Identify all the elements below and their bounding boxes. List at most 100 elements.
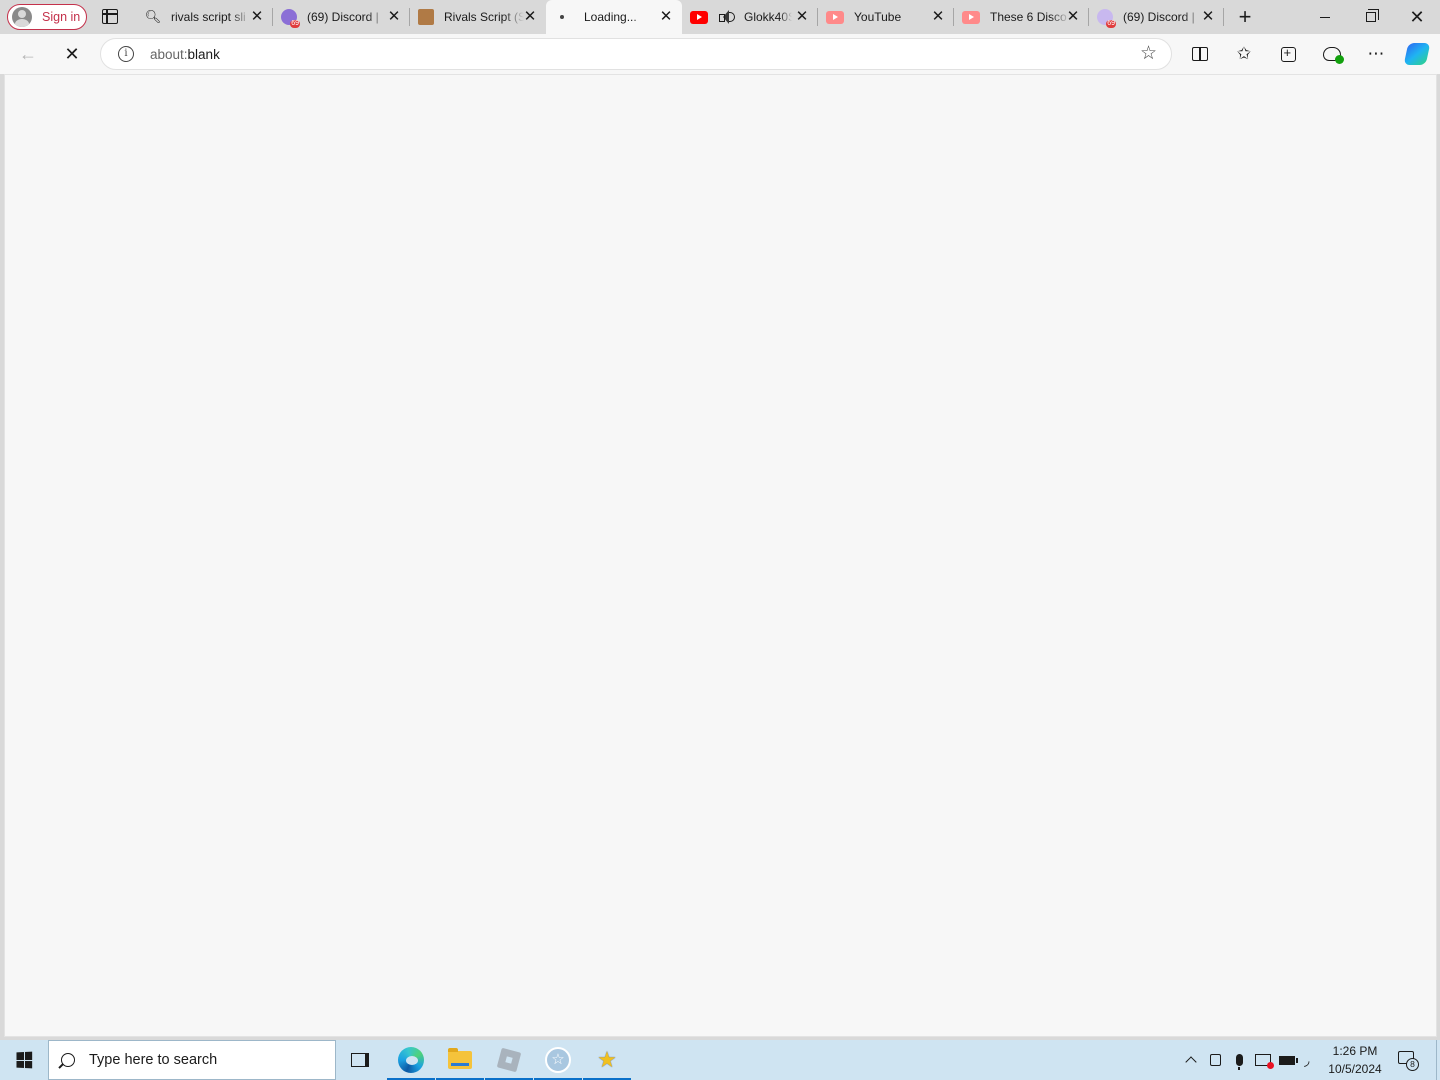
restore-icon bbox=[1366, 9, 1379, 22]
show-hidden-icons-button[interactable] bbox=[1180, 1040, 1202, 1080]
rivals-icon bbox=[418, 9, 434, 25]
loading-icon bbox=[554, 9, 570, 25]
performance-button[interactable] bbox=[1320, 42, 1344, 66]
taskbar-file-explorer[interactable] bbox=[436, 1040, 484, 1080]
tab-title: Rivals Script (S bbox=[444, 10, 524, 24]
taskbar-figure-app[interactable]: ★ bbox=[583, 1040, 631, 1080]
info-icon[interactable]: i bbox=[118, 46, 134, 62]
tab-title: rivals script sli bbox=[171, 10, 246, 24]
minimize-icon bbox=[1320, 16, 1330, 18]
settings-more-button[interactable]: ⋯ bbox=[1364, 42, 1388, 66]
search-placeholder: Type here to search bbox=[89, 1052, 218, 1068]
search-icon bbox=[61, 1053, 75, 1067]
tab-discord[interactable]: (69) Discord | ✕ bbox=[273, 0, 410, 34]
tray-wifi[interactable]: ◞ bbox=[1302, 1040, 1322, 1080]
tab-youtube[interactable]: YouTube ✕ bbox=[818, 0, 954, 34]
close-tab-icon[interactable]: ✕ bbox=[522, 9, 538, 25]
tab-rivals-script-search[interactable]: 🔍︎ rivals script sli ✕ bbox=[137, 0, 273, 34]
star-icon: ☆ bbox=[545, 1047, 571, 1073]
tray-network-alert[interactable] bbox=[1253, 1040, 1274, 1080]
figure-star-icon: ★ bbox=[597, 1047, 617, 1072]
copilot-button[interactable] bbox=[1403, 42, 1431, 66]
clock-time: 1:26 PM bbox=[1332, 1044, 1378, 1058]
youtube-icon bbox=[826, 10, 844, 24]
task-view-button[interactable] bbox=[336, 1040, 384, 1080]
split-screen-icon bbox=[1192, 47, 1208, 61]
close-tab-icon[interactable]: ✕ bbox=[930, 9, 946, 25]
back-arrow-icon: ← bbox=[19, 43, 37, 64]
show-desktop-button[interactable] bbox=[1436, 1040, 1440, 1080]
tab-these-6-discord[interactable]: These 6 Disco ✕ bbox=[954, 0, 1089, 34]
taskbar-star-app[interactable]: ☆ bbox=[534, 1040, 582, 1080]
network-alert-icon bbox=[1255, 1054, 1274, 1069]
minimize-button[interactable] bbox=[1302, 0, 1348, 34]
back-button[interactable]: ← bbox=[14, 40, 42, 68]
tray-battery[interactable] bbox=[1277, 1040, 1298, 1080]
close-tab-icon[interactable]: ✕ bbox=[658, 9, 674, 25]
sign-in-button[interactable]: Sign in bbox=[7, 4, 87, 30]
system-clock[interactable]: 1:26 PM 10/5/2024 bbox=[1324, 1042, 1386, 1078]
microphone-icon bbox=[1235, 1054, 1243, 1070]
performance-icon bbox=[1323, 47, 1344, 64]
collections-button[interactable] bbox=[1276, 42, 1300, 66]
close-tab-icon[interactable]: ✕ bbox=[794, 9, 810, 25]
windows-logo-icon bbox=[16, 1051, 33, 1069]
camera-icon bbox=[1209, 1054, 1221, 1066]
speaker-icon[interactable] bbox=[718, 9, 735, 25]
restore-button[interactable] bbox=[1348, 0, 1394, 34]
taskbar-roblox[interactable] bbox=[485, 1040, 533, 1080]
youtube-icon bbox=[962, 10, 980, 24]
tab-discord-2[interactable]: (69) Discord | ✕ bbox=[1089, 0, 1224, 34]
close-tab-icon[interactable]: ✕ bbox=[386, 9, 402, 25]
profile-avatar-icon bbox=[12, 7, 32, 27]
chevron-up-icon bbox=[1185, 1056, 1197, 1068]
start-button[interactable] bbox=[0, 1040, 48, 1080]
taskbar-edge[interactable] bbox=[387, 1040, 435, 1080]
split-screen-button[interactable] bbox=[1188, 42, 1212, 66]
tab-title: (69) Discord | bbox=[1123, 10, 1195, 24]
tab-title: These 6 Disco bbox=[990, 10, 1067, 24]
tab-rivals-script[interactable]: Rivals Script (S ✕ bbox=[410, 0, 546, 34]
search-icon: 🔍︎ bbox=[144, 9, 162, 24]
address-bar[interactable]: i about:blank ☆ bbox=[100, 38, 1172, 70]
new-tab-button[interactable]: + bbox=[1236, 6, 1254, 28]
edge-icon bbox=[398, 1047, 424, 1073]
battery-icon bbox=[1279, 1055, 1298, 1065]
url-text[interactable]: about:blank bbox=[150, 47, 220, 62]
close-tab-icon[interactable]: ✕ bbox=[1200, 9, 1216, 25]
tray-meet-now[interactable] bbox=[1205, 1040, 1225, 1080]
discord-icon bbox=[1097, 9, 1116, 28]
collections-icon bbox=[1280, 45, 1296, 62]
more-dots-icon: ⋯ bbox=[1367, 44, 1385, 63]
tab-glokk40s[interactable]: Glokk40S ✕ bbox=[682, 0, 818, 34]
tab-title: YouTube bbox=[854, 10, 902, 24]
browser-toolbar: ← ✕ i about:blank ☆ ✩ ⋯ bbox=[0, 34, 1440, 74]
close-window-button[interactable]: ✕ bbox=[1394, 0, 1440, 34]
notification-count-badge: 8 bbox=[1406, 1058, 1419, 1071]
tray-microphone[interactable] bbox=[1229, 1040, 1249, 1080]
taskbar: Type here to search ☆ ★ ◞ 1:26 PM 10/5/2… bbox=[0, 1040, 1440, 1080]
favorites-button[interactable]: ✩ bbox=[1232, 42, 1256, 66]
wifi-icon: ◞ bbox=[1304, 1052, 1310, 1068]
close-tab-icon[interactable]: ✕ bbox=[249, 9, 265, 25]
folder-icon bbox=[448, 1048, 472, 1069]
close-icon: ✕ bbox=[1409, 7, 1425, 27]
tab-loading[interactable]: Loading... ✕ bbox=[546, 0, 682, 34]
notification-center-button[interactable]: 8 bbox=[1396, 1048, 1420, 1072]
stop-loading-button[interactable]: ✕ bbox=[58, 40, 86, 68]
favorites-icon: ✩ bbox=[1236, 44, 1252, 63]
tab-title: (69) Discord | bbox=[307, 10, 379, 24]
sign-in-label: Sign in bbox=[42, 10, 81, 24]
youtube-icon bbox=[690, 10, 708, 24]
tab-title: Glokk40S bbox=[744, 10, 792, 24]
tab-strip: Sign in 🔍︎ rivals script sli ✕ (69) Disc… bbox=[0, 0, 1440, 34]
clock-date: 10/5/2024 bbox=[1328, 1062, 1382, 1076]
close-tab-icon[interactable]: ✕ bbox=[1065, 9, 1081, 25]
tab-actions-icon[interactable] bbox=[102, 9, 118, 24]
taskbar-search-box[interactable]: Type here to search bbox=[48, 1040, 336, 1080]
copilot-icon bbox=[1403, 43, 1431, 65]
page-content[interactable] bbox=[4, 74, 1437, 1037]
discord-icon bbox=[281, 9, 300, 28]
close-icon: ✕ bbox=[64, 43, 80, 64]
favorite-star-icon[interactable]: ☆ bbox=[1140, 44, 1157, 64]
